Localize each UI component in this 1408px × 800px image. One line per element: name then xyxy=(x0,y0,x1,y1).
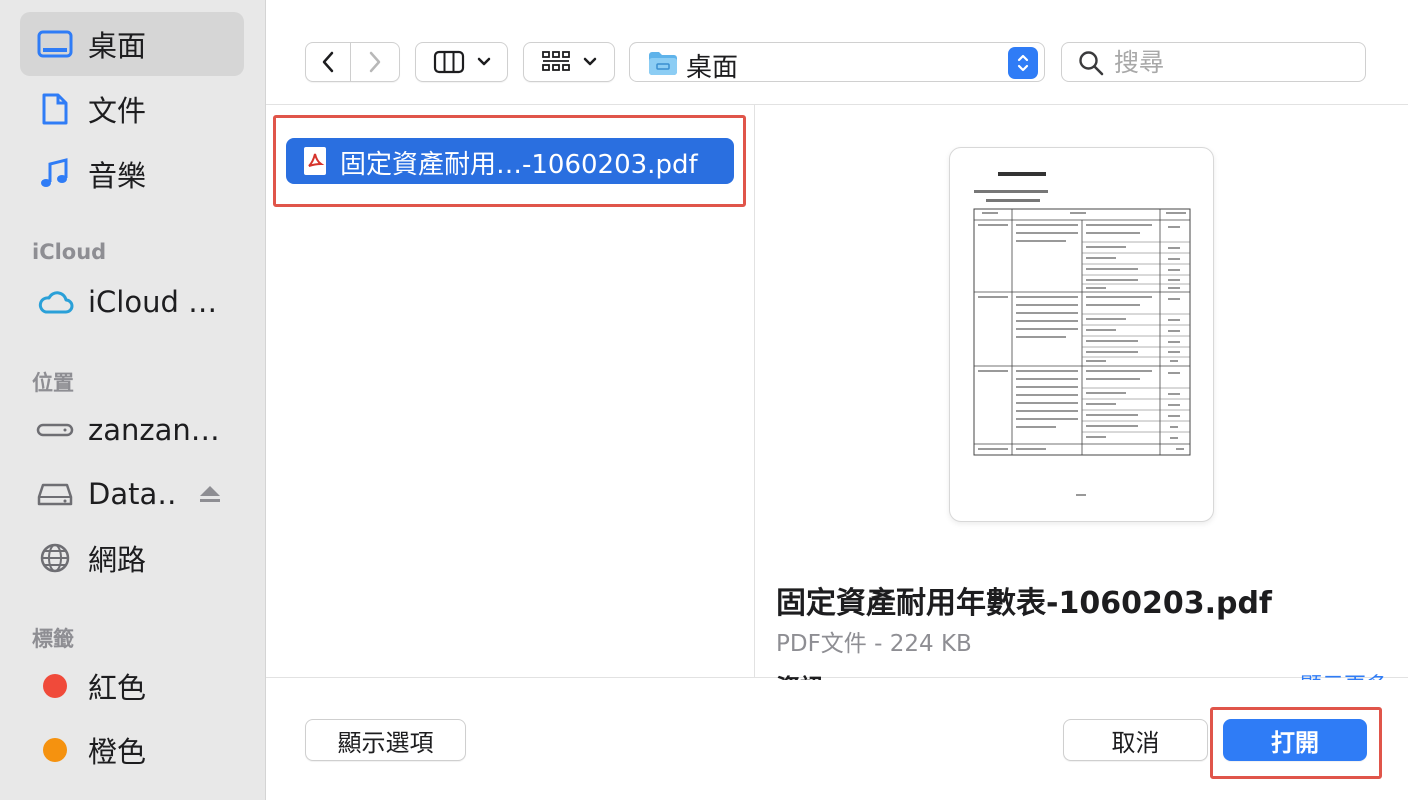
sidebar-section-icloud: iCloud xyxy=(32,240,107,264)
chevron-down-icon xyxy=(477,57,490,66)
search-input[interactable] xyxy=(1114,45,1354,79)
preview-info-label: 資訊 xyxy=(776,668,824,680)
sidebar: 桌面 文件 音樂 iCloud iCloud … 位置 zanzan… Data… xyxy=(0,0,266,800)
up-down-chevron-icon xyxy=(1017,54,1029,72)
sidebar-item-label: 音樂 xyxy=(88,159,147,193)
show-more-link[interactable]: 顯示更多 xyxy=(1300,668,1388,680)
red-tag-icon xyxy=(36,667,74,705)
sidebar-section-locations: 位置 xyxy=(32,371,74,395)
desktop-icon xyxy=(36,25,74,63)
globe-icon xyxy=(36,539,74,577)
columns-view-icon xyxy=(433,50,464,74)
preview-file-name: 固定資產耐用年數表-1060203.pdf xyxy=(776,586,1272,621)
sidebar-item-icloud-drive[interactable]: iCloud … xyxy=(20,270,244,334)
orange-tag-icon xyxy=(36,731,74,769)
search-field[interactable] xyxy=(1061,42,1366,82)
location-label: 桌面 xyxy=(686,53,739,83)
sidebar-item-label: Data… xyxy=(88,477,178,511)
sidebar-item-documents[interactable]: 文件 xyxy=(20,77,244,141)
music-icon xyxy=(36,155,74,193)
cloud-icon xyxy=(36,283,74,321)
highlight-box xyxy=(1210,707,1382,779)
sidebar-item-label: iCloud … xyxy=(88,285,218,319)
sidebar-item-drive[interactable]: zanzan… xyxy=(20,398,244,462)
document-thumbnail xyxy=(949,147,1214,522)
folder-icon xyxy=(648,50,678,80)
drive-icon xyxy=(36,411,74,449)
sidebar-item-desktop[interactable]: 桌面 xyxy=(20,12,244,76)
sidebar-item-network[interactable]: 網路 xyxy=(20,526,244,590)
sidebar-item-label: 文件 xyxy=(88,94,147,128)
document-icon xyxy=(36,90,74,128)
sidebar-item-music[interactable]: 音樂 xyxy=(20,142,244,206)
sidebar-section-tags: 標籤 xyxy=(32,627,74,651)
back-button[interactable] xyxy=(305,42,351,82)
sidebar-item-label: 橙色 xyxy=(88,735,147,769)
sidebar-item-data-disk[interactable]: Data… xyxy=(20,462,244,526)
cancel-button[interactable]: 取消 xyxy=(1063,719,1208,761)
chevron-right-icon xyxy=(369,51,381,73)
chevron-down-icon xyxy=(583,57,597,66)
sidebar-item-label: zanzan… xyxy=(88,413,220,447)
sidebar-item-label: 紅色 xyxy=(88,671,147,705)
disk-icon xyxy=(36,475,74,513)
sidebar-item-label: 桌面 xyxy=(88,29,147,63)
forward-button[interactable] xyxy=(351,42,400,82)
chevron-left-icon xyxy=(322,51,334,73)
grid-icon xyxy=(542,51,570,71)
sidebar-item-tag-red[interactable]: 紅色 xyxy=(20,654,244,718)
eject-icon[interactable] xyxy=(198,484,222,504)
location-popup[interactable]: 桌面 xyxy=(629,42,1045,83)
search-icon xyxy=(1078,50,1104,80)
sidebar-item-tag-orange[interactable]: 橙色 xyxy=(20,718,244,782)
highlight-box xyxy=(273,115,746,207)
preview-file-meta: PDF文件 - 224 KB xyxy=(776,631,972,657)
view-mode-button[interactable] xyxy=(415,42,508,82)
group-by-button[interactable] xyxy=(523,42,615,82)
show-options-button[interactable]: 顯示選項 xyxy=(305,719,466,761)
location-stepper[interactable] xyxy=(1008,47,1038,79)
sidebar-item-label: 網路 xyxy=(88,543,147,577)
document-page-preview xyxy=(973,172,1191,496)
